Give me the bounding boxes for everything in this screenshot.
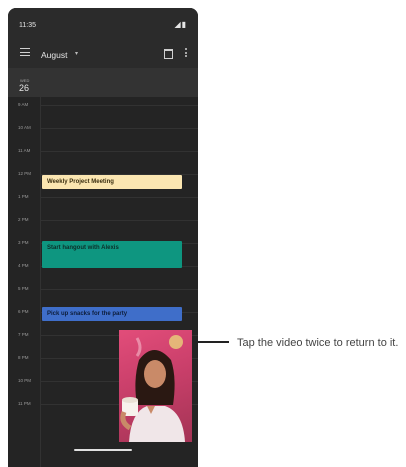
day-header: WED 26 — [8, 68, 198, 97]
hour-label: 9 AM — [18, 102, 29, 107]
hour-row: 1 PM — [8, 194, 198, 199]
calendar-today-icon[interactable] — [164, 49, 173, 59]
hour-label: 1 PM — [18, 194, 29, 199]
event-pick-up-snacks[interactable]: Pick up snacks for the party — [42, 307, 182, 321]
hour-label: 7 PM — [18, 332, 29, 337]
hour-row: 9 AM — [8, 102, 198, 107]
app-bar: August ▾ — [8, 34, 198, 68]
video-person-image — [120, 335, 185, 442]
hour-row: 2 PM — [8, 217, 198, 222]
hour-label: 5 PM — [18, 286, 29, 291]
hour-label: 3 PM — [18, 240, 29, 245]
hour-label: 10 AM — [18, 125, 31, 130]
hour-row: 11 AM — [8, 148, 198, 153]
grid-divider — [40, 97, 41, 467]
month-selector[interactable]: August — [41, 50, 67, 60]
hour-row: 5 PM — [8, 286, 198, 291]
callout-pointer — [195, 341, 229, 343]
hour-label: 4 PM — [18, 263, 29, 268]
status-time: 11:35 — [19, 22, 36, 29]
hour-label: 11 PM — [18, 401, 31, 406]
callout-text: Tap the video twice to return to it. — [237, 337, 399, 349]
hour-label: 6 PM — [18, 309, 29, 314]
event-start-hangout[interactable]: Start hangout with Alexis — [42, 241, 182, 268]
hour-label: 12 PM — [18, 171, 32, 176]
event-weekly-project-meeting[interactable]: Weekly Project Meeting — [42, 175, 182, 189]
video-call-pip[interactable] — [119, 330, 192, 442]
day-number[interactable]: 26 — [19, 83, 29, 93]
hamburger-icon[interactable] — [20, 48, 30, 56]
chevron-down-icon[interactable]: ▾ — [75, 50, 78, 57]
hour-label: 8 PM — [18, 355, 29, 360]
hour-label: 10 PM — [18, 378, 32, 383]
hour-label: 2 PM — [18, 217, 29, 222]
gesture-nav-bar[interactable] — [74, 449, 132, 451]
signal-battery-icon: ◢▮ — [174, 20, 187, 29]
hour-label: 11 AM — [18, 148, 31, 153]
status-bar: 11:35 ◢▮ — [8, 8, 198, 34]
more-vert-icon[interactable] — [185, 48, 187, 59]
hour-row: 10 AM — [8, 125, 198, 130]
